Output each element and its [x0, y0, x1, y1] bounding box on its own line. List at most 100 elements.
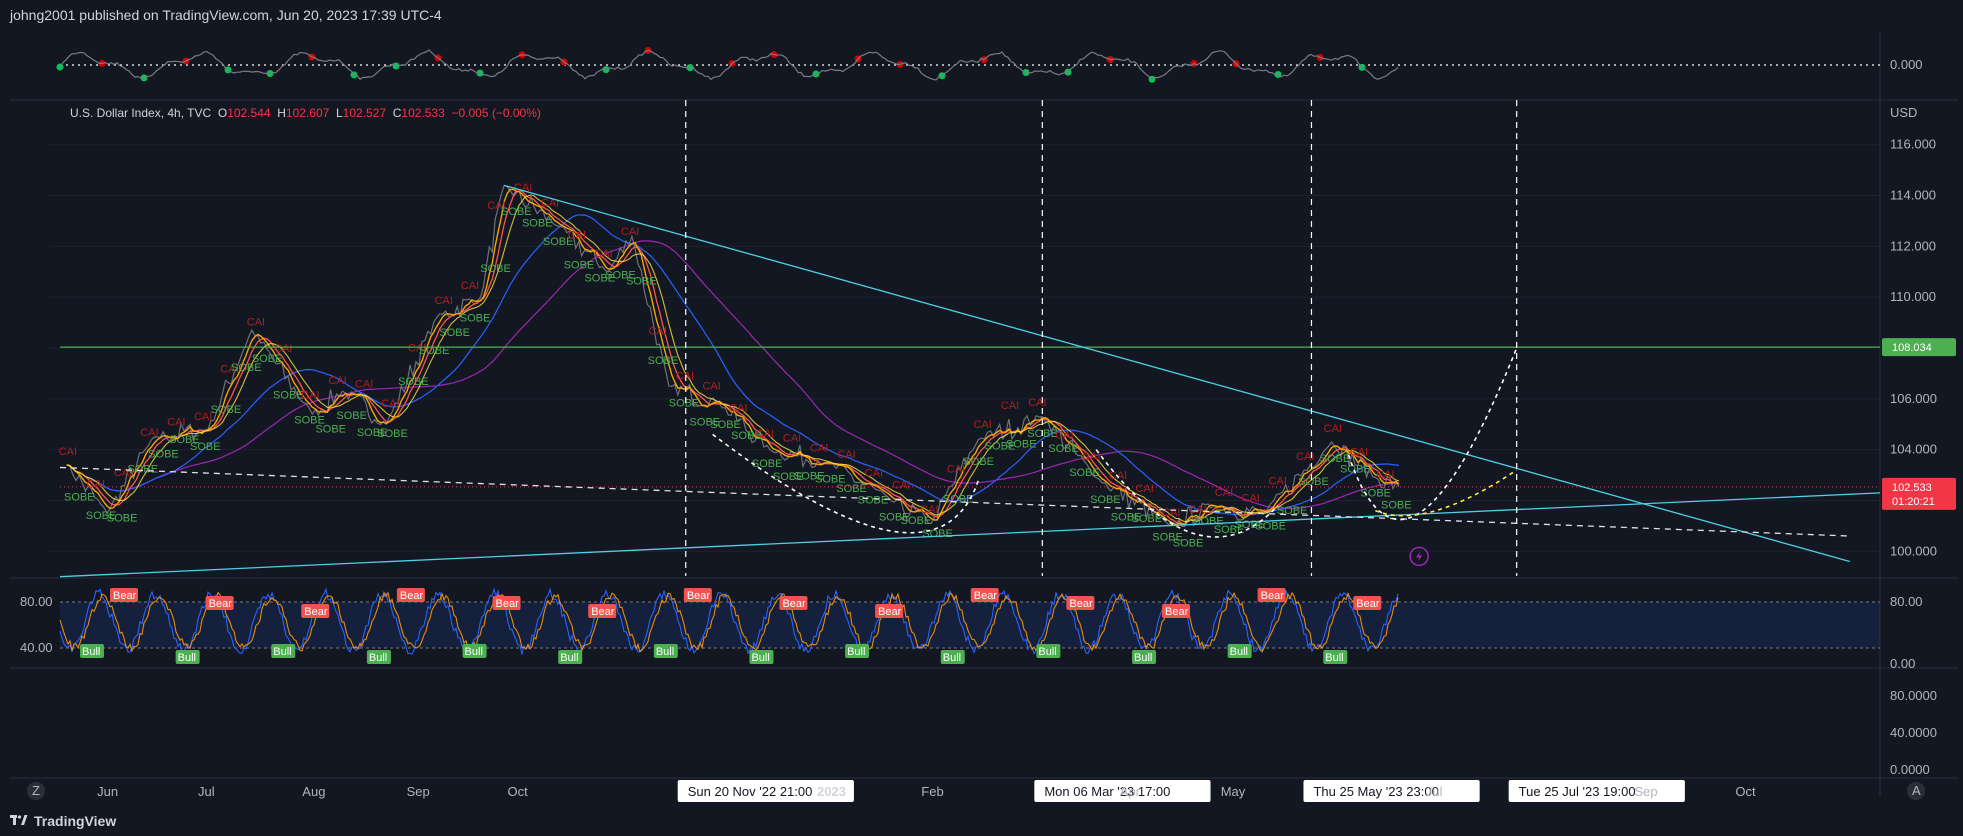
bull-signal-label: Bull [1230, 646, 1248, 658]
bear-signal-label: Bear [209, 598, 233, 610]
low-label: L [335, 106, 343, 120]
cai-signal-label: CAI [676, 371, 694, 383]
sobe-signal-label: SOBE [336, 410, 367, 422]
chart-background [10, 32, 1958, 794]
cai-signal-label: CAI [140, 427, 158, 439]
bear-signal-label: Bear [782, 598, 806, 610]
sobe-signal-label: SOBE [1048, 443, 1079, 455]
sobe-signal-label: SOBE [1173, 538, 1204, 550]
bear-signal-label: Bear [1069, 598, 1093, 610]
price-tick-label: 106.000 [1890, 391, 1937, 406]
time-marker-tag-text: Sun 20 Nov '22 21:00 [688, 784, 813, 799]
sobe-signal-label: SOBE [315, 423, 346, 435]
sobe-signal-label: SOBE [710, 419, 741, 431]
bull-signal-label: Bull [369, 652, 387, 664]
currency-label: USD [1890, 105, 1917, 120]
sobe-signal-label: SOBE [1090, 494, 1121, 506]
cai-signal-label: CAI [87, 479, 105, 491]
sobe-signal-label: SOBE [480, 263, 511, 275]
time-axis-label: Sep [407, 784, 430, 799]
cai-signal-label: CAI [355, 378, 373, 390]
cai-signal-label: CAI [1028, 397, 1046, 409]
bear-signal-label: Bear [878, 606, 902, 618]
sobe-signal-label: SOBE [127, 464, 158, 476]
bear-signal-label: Bear [974, 590, 998, 602]
sobe-signal-label: SOBE [963, 456, 994, 468]
sobe-signal-label: SOBE [1340, 464, 1371, 476]
symbol-name: U.S. Dollar Index, 4h, TVC [70, 106, 212, 120]
bull-signal-label: Bull [560, 652, 578, 664]
sobe-signal-label: SOBE [626, 276, 657, 288]
cai-signal-label: CAI [1242, 493, 1260, 505]
sobe-signal-label: SOBE [64, 491, 95, 503]
price-tick-label: 114.000 [1890, 188, 1936, 203]
scale-z-button-label: Z [32, 783, 40, 798]
bear-signal-label: Bear [304, 606, 328, 618]
change-value: −0.005 (−0.00%) [451, 106, 541, 120]
low-value: 102.527 [342, 106, 387, 120]
chart-canvas[interactable]: CAISOBECAISOBESOBECAISOBECAISOBECAISOBEC… [0, 30, 1963, 806]
cai-signal-label: CAI [621, 226, 639, 238]
cai-signal-label: CAI [274, 343, 292, 355]
price-tick-label: 110.000 [1890, 289, 1936, 304]
sobe-signal-label: SOBE [1381, 500, 1412, 512]
stochastic-band [60, 602, 1880, 648]
cai-signal-label: CAI [568, 229, 586, 241]
bull-signal-label: Bull [656, 646, 674, 658]
cai-signal-label: CAI [1001, 400, 1019, 412]
cai-signal-label: CAI [1136, 483, 1154, 495]
price-tick-label: 104.000 [1890, 442, 1937, 457]
sobe-signal-label: SOBE [148, 448, 179, 460]
open-label: O [217, 106, 228, 120]
time-axis-label: Sep [1635, 784, 1658, 799]
sobe-signal-label: SOBE [836, 483, 867, 495]
cai-signal-label: CAI [1162, 507, 1180, 519]
bear-signal-label: Bear [591, 606, 615, 618]
sobe-signal-label: SOBE [190, 441, 221, 453]
bottom-pane-tick: 40.0000 [1890, 725, 1937, 740]
sobe-signal-label: SOBE [564, 259, 595, 271]
cai-signal-label: CAI [329, 375, 347, 387]
cai-signal-label: CAI [381, 398, 399, 410]
price-tick-label: 112.000 [1890, 238, 1936, 253]
time-axis-label: Feb [921, 784, 943, 799]
time-axis-label: Jul [1426, 784, 1443, 799]
close-value: 102.533 [401, 106, 445, 120]
bear-signal-label: Bear [687, 590, 711, 602]
sobe-signal-label: SOBE [858, 494, 889, 506]
time-axis-label: Jul [198, 784, 215, 799]
cai-signal-label: CAI [1350, 446, 1368, 458]
time-axis-label: May [1221, 784, 1246, 799]
cai-signal-label: CAI [756, 428, 774, 440]
bull-signal-label: Bull [82, 646, 100, 658]
cai-signal-label: CAI [167, 417, 185, 429]
cai-signal-label: CAI [973, 419, 991, 431]
sobe-signal-label: SOBE [1298, 476, 1329, 488]
tradingview-logo[interactable]: TradingView [10, 806, 116, 836]
auto-scale-button-label: A [1912, 783, 1921, 798]
sobe-signal-label: SOBE [211, 404, 242, 416]
bull-signal-label: Bull [751, 652, 769, 664]
sobe-signal-label: SOBE [648, 355, 679, 367]
cai-signal-label: CAI [810, 442, 828, 454]
bear-signal-label: Bear [113, 590, 137, 602]
cai-signal-label: CAI [865, 468, 883, 480]
time-marker-tag-text: Thu 25 May '23 23:00 [1313, 784, 1438, 799]
scale-z-button[interactable]: Z [27, 782, 45, 800]
cai-signal-label: CAI [1215, 487, 1233, 499]
tv-logo-icon [10, 815, 28, 825]
sobe-signal-label: SOBE [1006, 439, 1037, 451]
bear-signal-label: Bear [1165, 606, 1189, 618]
cai-signal-label: CAI [783, 432, 801, 444]
auto-scale-button[interactable]: A [1907, 782, 1925, 800]
bull-signal-label: Bull [178, 652, 196, 664]
time-axis-label: Aug [302, 784, 325, 799]
cai-signal-label: CAI [947, 464, 965, 476]
cai-signal-label: CAI [301, 390, 319, 402]
bottom-pane-tick: 0.0000 [1890, 762, 1930, 777]
brand-label: TradingView [34, 813, 117, 829]
cai-signal-label: CAI [892, 480, 910, 492]
cai-signal-label: CAI [435, 295, 453, 307]
sobe-signal-label: SOBE [460, 312, 491, 324]
sobe-signal-label: SOBE [922, 528, 953, 540]
